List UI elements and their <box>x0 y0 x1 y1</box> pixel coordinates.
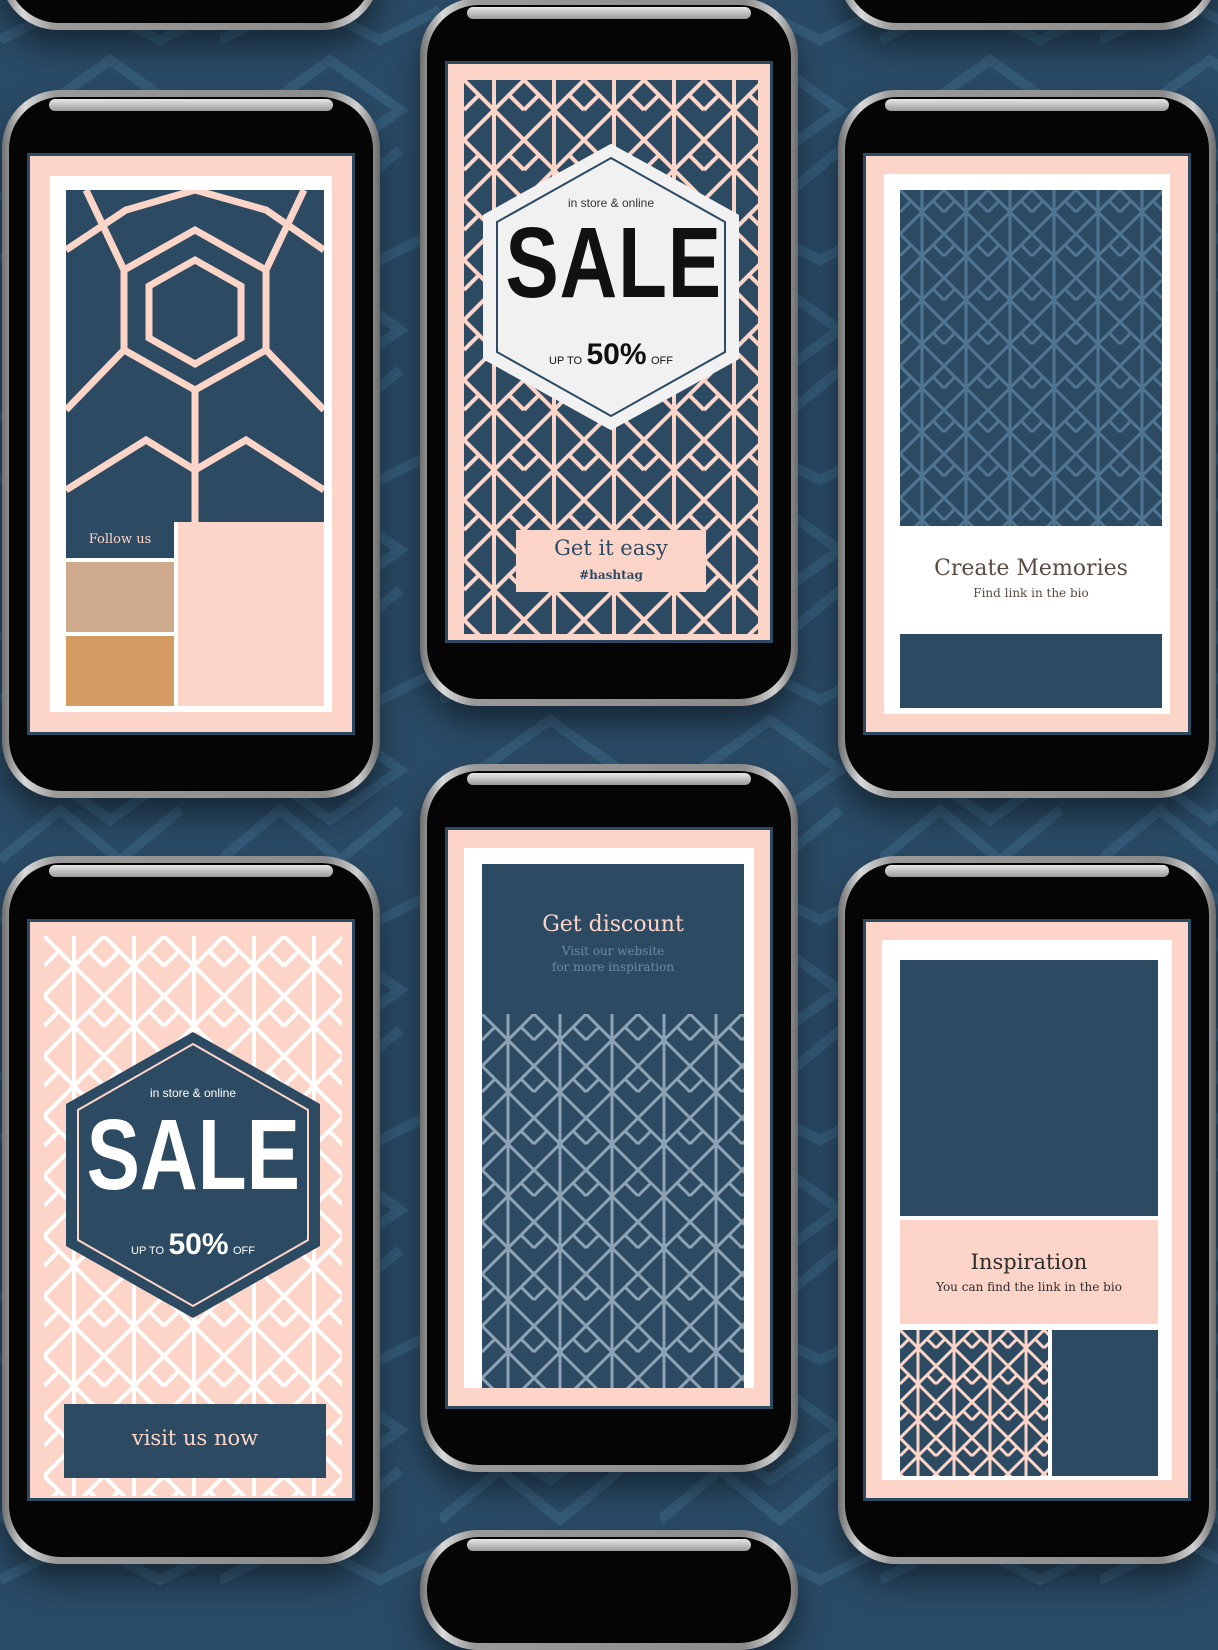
tan-block <box>66 562 174 632</box>
navy-small-block <box>1052 1330 1158 1476</box>
percent-label: 50% <box>586 338 647 371</box>
peach-block <box>178 522 324 706</box>
visit-label: visit us now <box>131 1426 259 1450</box>
sale-headline: SALE <box>505 207 722 319</box>
phone-follow-us: Follow us <box>2 90 380 798</box>
story-sale-peach: in store & online SALE UP TO 50% OFF vis… <box>27 919 355 1501</box>
phone-partial-top-right <box>838 0 1218 30</box>
pattern-tile-inspiration <box>900 1330 1048 1476</box>
discount-line2: for more inspiration <box>551 960 675 974</box>
sale-hexagon-badge-navy: in store & online SALE UP TO 50% OFF <box>60 1028 326 1322</box>
caramel-block <box>66 636 174 706</box>
sale-headline-2: SALE <box>86 1099 300 1211</box>
phone-partial-bottom-middle <box>420 1530 798 1650</box>
phone-sale-peach: in store & online SALE UP TO 50% OFF vis… <box>2 856 380 1564</box>
story-sale-navy: in store & online SALE UP TO 50% OFF Get… <box>445 61 773 643</box>
navy-header-panel <box>482 864 744 1014</box>
memories-subtitle: Find link in the bio <box>973 586 1089 600</box>
discount-title: Get discount <box>542 912 684 937</box>
inspiration-subtitle: You can find the link in the bio <box>936 1280 1122 1294</box>
cta-label: Get it easy <box>554 536 668 560</box>
navy-block-memories <box>900 634 1162 708</box>
sale-discount-row: UP TO 50% OFF <box>479 338 743 372</box>
inspiration-title: Inspiration <box>970 1250 1088 1274</box>
hashtag-label: #hashtag <box>579 568 643 582</box>
discount-line1: Visit our website <box>561 944 665 958</box>
phone-partial-top-left <box>0 0 380 30</box>
memories-title: Create Memories <box>934 556 1128 581</box>
sale-discount-row-2: UP TO 50% OFF <box>60 1228 326 1262</box>
percent-label-2: 50% <box>168 1228 229 1261</box>
phone-create-memories: Create Memories Find link in the bio <box>838 90 1216 798</box>
up-to-label: UP TO <box>549 355 583 367</box>
off-label: OFF <box>650 355 673 367</box>
pattern-panel-memories <box>900 190 1162 526</box>
story-follow-us: Follow us <box>27 153 355 735</box>
up-to-label-2: UP TO <box>131 1245 165 1257</box>
navy-top-panel <box>900 960 1158 1216</box>
phone-get-discount: Get discount Visit our website for more … <box>420 764 798 1472</box>
story-create-memories: Create Memories Find link in the bio <box>863 153 1191 735</box>
story-get-discount: Get discount Visit our website for more … <box>445 827 773 1409</box>
phone-sale-navy: in store & online SALE UP TO 50% OFF Get… <box>420 0 798 706</box>
pattern-panel <box>66 190 324 522</box>
story-inspiration: Inspiration You can find the link in the… <box>863 919 1191 1501</box>
off-label-2: OFF <box>232 1245 255 1257</box>
follow-us-label: Follow us <box>88 532 152 547</box>
pattern-panel-discount <box>482 1014 744 1388</box>
sale-hexagon-badge: in store & online SALE UP TO 50% OFF <box>479 142 743 432</box>
phone-inspiration: Inspiration You can find the link in the… <box>838 856 1216 1564</box>
